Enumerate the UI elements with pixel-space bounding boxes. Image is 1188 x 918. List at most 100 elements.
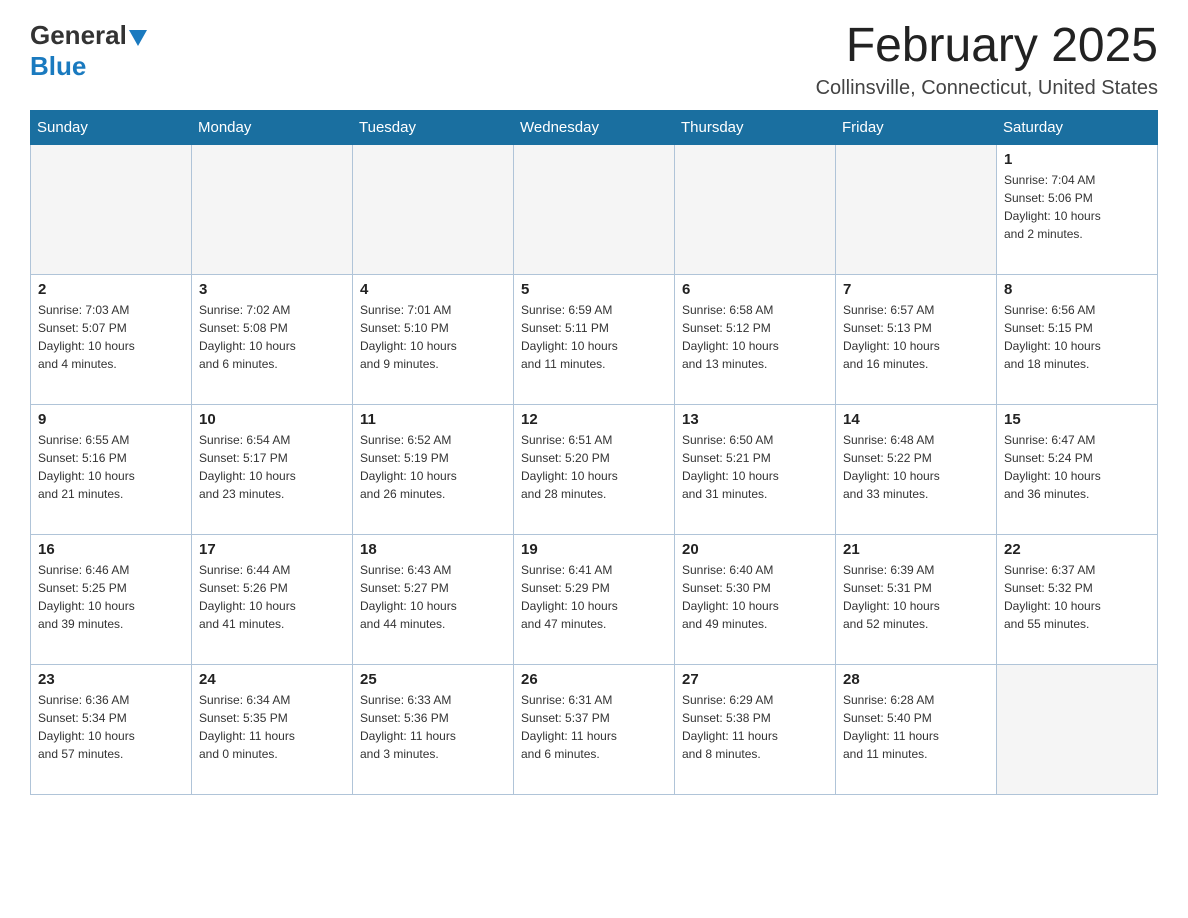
calendar-day-cell: 23 Sunrise: 6:36 AM Sunset: 5:34 PM Dayli… xyxy=(31,664,192,794)
day-info: Sunrise: 6:59 AM Sunset: 5:11 PM Dayligh… xyxy=(521,301,667,373)
calendar-week-row: 23 Sunrise: 6:36 AM Sunset: 5:34 PM Dayli… xyxy=(31,664,1158,794)
day-info: Sunrise: 6:43 AM Sunset: 5:27 PM Dayligh… xyxy=(360,561,506,633)
calendar-header: SundayMondayTuesdayWednesdayThursdayFrid… xyxy=(31,110,1158,144)
day-of-week-header: Saturday xyxy=(997,110,1158,144)
day-info: Sunrise: 6:36 AM Sunset: 5:34 PM Dayligh… xyxy=(38,691,184,763)
logo-general: General xyxy=(30,20,127,51)
calendar-week-row: 16 Sunrise: 6:46 AM Sunset: 5:25 PM Dayli… xyxy=(31,534,1158,664)
logo: General Blue xyxy=(30,20,151,82)
day-info: Sunrise: 7:04 AM Sunset: 5:06 PM Dayligh… xyxy=(1004,171,1150,243)
day-number: 9 xyxy=(38,411,184,428)
calendar-day-cell xyxy=(192,144,353,274)
day-of-week-header: Thursday xyxy=(675,110,836,144)
calendar-day-cell: 24 Sunrise: 6:34 AM Sunset: 5:35 PM Dayli… xyxy=(192,664,353,794)
calendar-day-cell: 19 Sunrise: 6:41 AM Sunset: 5:29 PM Dayli… xyxy=(514,534,675,664)
calendar-week-row: 1 Sunrise: 7:04 AM Sunset: 5:06 PM Daylig… xyxy=(31,144,1158,274)
day-number: 10 xyxy=(199,411,345,428)
day-info: Sunrise: 6:54 AM Sunset: 5:17 PM Dayligh… xyxy=(199,431,345,503)
day-number: 19 xyxy=(521,541,667,558)
calendar-day-cell: 20 Sunrise: 6:40 AM Sunset: 5:30 PM Dayli… xyxy=(675,534,836,664)
calendar-day-cell xyxy=(31,144,192,274)
day-info: Sunrise: 6:44 AM Sunset: 5:26 PM Dayligh… xyxy=(199,561,345,633)
day-number: 26 xyxy=(521,671,667,688)
day-info: Sunrise: 6:51 AM Sunset: 5:20 PM Dayligh… xyxy=(521,431,667,503)
day-number: 15 xyxy=(1004,411,1150,428)
day-info: Sunrise: 6:52 AM Sunset: 5:19 PM Dayligh… xyxy=(360,431,506,503)
calendar-day-cell: 26 Sunrise: 6:31 AM Sunset: 5:37 PM Dayli… xyxy=(514,664,675,794)
day-number: 2 xyxy=(38,281,184,298)
calendar-day-cell: 1 Sunrise: 7:04 AM Sunset: 5:06 PM Daylig… xyxy=(997,144,1158,274)
calendar-day-cell: 17 Sunrise: 6:44 AM Sunset: 5:26 PM Dayli… xyxy=(192,534,353,664)
calendar-day-cell: 5 Sunrise: 6:59 AM Sunset: 5:11 PM Daylig… xyxy=(514,274,675,404)
day-number: 4 xyxy=(360,281,506,298)
day-info: Sunrise: 6:41 AM Sunset: 5:29 PM Dayligh… xyxy=(521,561,667,633)
day-info: Sunrise: 6:37 AM Sunset: 5:32 PM Dayligh… xyxy=(1004,561,1150,633)
day-info: Sunrise: 6:34 AM Sunset: 5:35 PM Dayligh… xyxy=(199,691,345,763)
calendar-day-cell xyxy=(675,144,836,274)
day-number: 11 xyxy=(360,411,506,428)
day-number: 23 xyxy=(38,671,184,688)
day-info: Sunrise: 6:40 AM Sunset: 5:30 PM Dayligh… xyxy=(682,561,828,633)
calendar-day-cell xyxy=(836,144,997,274)
day-info: Sunrise: 6:46 AM Sunset: 5:25 PM Dayligh… xyxy=(38,561,184,633)
day-info: Sunrise: 6:48 AM Sunset: 5:22 PM Dayligh… xyxy=(843,431,989,503)
day-number: 20 xyxy=(682,541,828,558)
day-number: 12 xyxy=(521,411,667,428)
day-number: 6 xyxy=(682,281,828,298)
page-header: General Blue February 2025 Collinsville,… xyxy=(30,20,1158,100)
logo-triangle-icon xyxy=(129,26,151,48)
calendar-day-cell xyxy=(514,144,675,274)
day-info: Sunrise: 7:03 AM Sunset: 5:07 PM Dayligh… xyxy=(38,301,184,373)
calendar-body: 1 Sunrise: 7:04 AM Sunset: 5:06 PM Daylig… xyxy=(31,144,1158,794)
day-of-week-header: Sunday xyxy=(31,110,192,144)
day-number: 25 xyxy=(360,671,506,688)
day-of-week-header: Tuesday xyxy=(353,110,514,144)
day-info: Sunrise: 6:29 AM Sunset: 5:38 PM Dayligh… xyxy=(682,691,828,763)
day-number: 27 xyxy=(682,671,828,688)
calendar-day-cell: 13Sunrise: 6:50 AM Sunset: 5:21 PM Dayli… xyxy=(675,404,836,534)
day-number: 1 xyxy=(1004,151,1150,168)
calendar-day-cell: 2 Sunrise: 7:03 AM Sunset: 5:07 PM Daylig… xyxy=(31,274,192,404)
day-number: 17 xyxy=(199,541,345,558)
calendar-day-cell: 3 Sunrise: 7:02 AM Sunset: 5:08 PM Daylig… xyxy=(192,274,353,404)
calendar-day-cell: 11 Sunrise: 6:52 AM Sunset: 5:19 PM Dayli… xyxy=(353,404,514,534)
calendar-day-cell: 16 Sunrise: 6:46 AM Sunset: 5:25 PM Dayli… xyxy=(31,534,192,664)
logo-blue: Blue xyxy=(30,51,86,81)
day-number: 18 xyxy=(360,541,506,558)
calendar-day-cell: 27 Sunrise: 6:29 AM Sunset: 5:38 PM Dayli… xyxy=(675,664,836,794)
day-info: Sunrise: 6:57 AM Sunset: 5:13 PM Dayligh… xyxy=(843,301,989,373)
day-info: Sunrise: 6:31 AM Sunset: 5:37 PM Dayligh… xyxy=(521,691,667,763)
calendar-day-cell: 18 Sunrise: 6:43 AM Sunset: 5:27 PM Dayli… xyxy=(353,534,514,664)
day-of-week-header: Wednesday xyxy=(514,110,675,144)
calendar-table: SundayMondayTuesdayWednesdayThursdayFrid… xyxy=(30,110,1158,795)
calendar-week-row: 9Sunrise: 6:55 AM Sunset: 5:16 PM Daylig… xyxy=(31,404,1158,534)
day-number: 24 xyxy=(199,671,345,688)
day-number: 7 xyxy=(843,281,989,298)
day-number: 28 xyxy=(843,671,989,688)
day-number: 22 xyxy=(1004,541,1150,558)
day-number: 14 xyxy=(843,411,989,428)
day-number: 16 xyxy=(38,541,184,558)
day-info: Sunrise: 6:56 AM Sunset: 5:15 PM Dayligh… xyxy=(1004,301,1150,373)
day-of-week-header: Monday xyxy=(192,110,353,144)
calendar-day-cell xyxy=(353,144,514,274)
calendar-day-cell: 7 Sunrise: 6:57 AM Sunset: 5:13 PM Daylig… xyxy=(836,274,997,404)
calendar-day-cell: 12 Sunrise: 6:51 AM Sunset: 5:20 PM Dayli… xyxy=(514,404,675,534)
calendar-day-cell: 9Sunrise: 6:55 AM Sunset: 5:16 PM Daylig… xyxy=(31,404,192,534)
day-number: 13 xyxy=(682,411,828,428)
day-info: Sunrise: 7:01 AM Sunset: 5:10 PM Dayligh… xyxy=(360,301,506,373)
day-info: Sunrise: 6:47 AM Sunset: 5:24 PM Dayligh… xyxy=(1004,431,1150,503)
day-of-week-header: Friday xyxy=(836,110,997,144)
calendar-day-cell: 4 Sunrise: 7:01 AM Sunset: 5:10 PM Daylig… xyxy=(353,274,514,404)
days-of-week-row: SundayMondayTuesdayWednesdayThursdayFrid… xyxy=(31,110,1158,144)
day-number: 3 xyxy=(199,281,345,298)
day-number: 8 xyxy=(1004,281,1150,298)
location-text: Collinsville, Connecticut, United States xyxy=(816,77,1158,100)
calendar-day-cell: 21Sunrise: 6:39 AM Sunset: 5:31 PM Dayli… xyxy=(836,534,997,664)
day-number: 21 xyxy=(843,541,989,558)
calendar-day-cell: 10 Sunrise: 6:54 AM Sunset: 5:17 PM Dayli… xyxy=(192,404,353,534)
calendar-day-cell: 22 Sunrise: 6:37 AM Sunset: 5:32 PM Dayli… xyxy=(997,534,1158,664)
calendar-day-cell: 15 Sunrise: 6:47 AM Sunset: 5:24 PM Dayli… xyxy=(997,404,1158,534)
day-number: 5 xyxy=(521,281,667,298)
day-info: Sunrise: 7:02 AM Sunset: 5:08 PM Dayligh… xyxy=(199,301,345,373)
